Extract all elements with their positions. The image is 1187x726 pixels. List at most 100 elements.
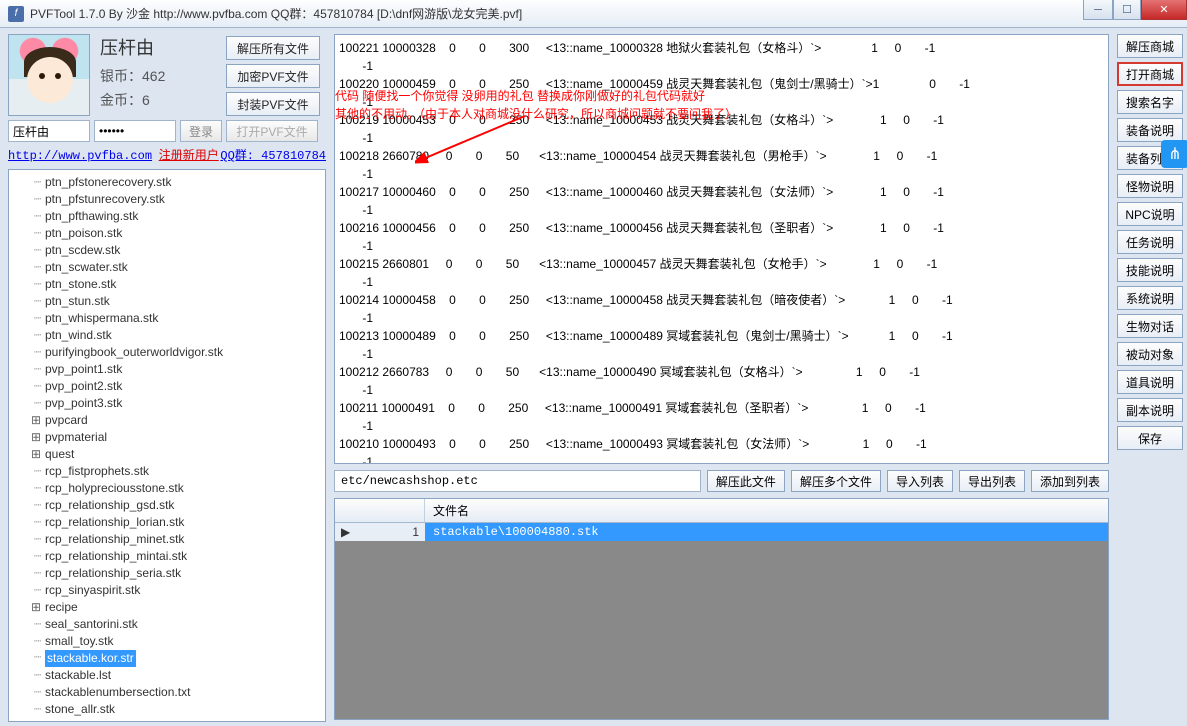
item-desc-button[interactable]: 道具说明 [1117, 370, 1183, 394]
data-row-cont: -1 [339, 57, 1104, 75]
tree-item[interactable]: rcp_relationship_minet.stk [9, 531, 325, 548]
tree-item[interactable]: ptn_pfstunrecovery.stk [9, 191, 325, 208]
data-row[interactable]: 100213 10000489 0 0 250 <13::name_100004… [339, 327, 1104, 345]
site-link[interactable]: http://www.pvfba.com [8, 149, 152, 163]
file-tree[interactable]: ptn_pfstonerecovery.stkptn_pfstunrecover… [8, 169, 326, 722]
tree-item[interactable]: ptn_whispermana.stk [9, 310, 325, 327]
row-filename: stackable\100004880.stk [425, 523, 1108, 541]
data-row[interactable]: 100211 10000491 0 0 250 <13::name_100004… [339, 399, 1104, 417]
data-row[interactable]: 100216 10000456 0 0 250 <13::name_100004… [339, 219, 1104, 237]
unpack-all-button[interactable]: 解压所有文件 [226, 36, 320, 60]
data-row-cont: -1 [339, 165, 1104, 183]
passive-obj-button[interactable]: 被动对象 [1117, 342, 1183, 366]
text-editor[interactable]: 代码 随便找一个你觉得 没卵用的礼包 替换成你刚做好的礼包代码就好 其他的不用动… [334, 34, 1109, 464]
tree-item[interactable]: recipe [9, 599, 325, 616]
minimize-button[interactable]: ─ [1083, 0, 1113, 20]
tree-item[interactable]: ptn_pfstonerecovery.stk [9, 174, 325, 191]
tree-item[interactable]: rcp_fistprophets.stk [9, 463, 325, 480]
share-icon[interactable]: ⋔ [1161, 140, 1187, 168]
npc-desc-button[interactable]: NPC说明 [1117, 202, 1183, 226]
bio-dialog-button[interactable]: 生物对话 [1117, 314, 1183, 338]
open-pvf-button[interactable]: 打开PVF文件 [226, 120, 318, 142]
dungeon-desc-button[interactable]: 副本说明 [1117, 398, 1183, 422]
tree-item[interactable]: rcp_relationship_lorian.stk [9, 514, 325, 531]
file-list[interactable]: 文件名 ▶ 1 stackable\100004880.stk [334, 498, 1109, 720]
system-desc-button[interactable]: 系统说明 [1117, 286, 1183, 310]
path-field[interactable] [334, 470, 701, 492]
monster-desc-button[interactable]: 怪物说明 [1117, 174, 1183, 198]
tree-item[interactable]: ptn_scdew.stk [9, 242, 325, 259]
qq-link[interactable]: QQ群: 457810784 [220, 146, 326, 163]
data-row-cont: -1 [339, 201, 1104, 219]
unpack-mall-button[interactable]: 解压商城 [1117, 34, 1183, 58]
tree-item[interactable]: pvp_point1.stk [9, 361, 325, 378]
tree-item[interactable]: pvpmaterial [9, 429, 325, 446]
unpack-this-button[interactable]: 解压此文件 [707, 470, 785, 492]
data-row[interactable]: 100218 2660780 0 0 50 <13::name_10000454… [339, 147, 1104, 165]
row-marker-icon: ▶ [341, 525, 350, 539]
tree-item[interactable]: rcp_holypreciousstone.stk [9, 480, 325, 497]
tree-item[interactable]: pvp_point3.stk [9, 395, 325, 412]
data-row[interactable]: 100212 2660783 0 0 50 <13::name_10000490… [339, 363, 1104, 381]
username-input[interactable] [8, 120, 90, 142]
tree-item[interactable]: rcp_relationship_mintai.stk [9, 548, 325, 565]
tree-item[interactable]: seal_santorini.stk [9, 616, 325, 633]
tree-item[interactable]: quest [9, 446, 325, 463]
data-row[interactable]: 100210 10000493 0 0 250 <13::name_100004… [339, 435, 1104, 453]
tree-item[interactable]: ptn_pfthawing.stk [9, 208, 325, 225]
tree-item[interactable]: ptn_wind.stk [9, 327, 325, 344]
task-desc-button[interactable]: 任务说明 [1117, 230, 1183, 254]
register-link[interactable]: 注册新用户 [159, 149, 219, 163]
export-list-button[interactable]: 导出列表 [959, 470, 1025, 492]
row-index: 1 [412, 525, 419, 539]
tree-item[interactable]: ptn_stone.stk [9, 276, 325, 293]
tree-item[interactable]: rcp_relationship_gsd.stk [9, 497, 325, 514]
tree-item[interactable]: ptn_scwater.stk [9, 259, 325, 276]
tree-item[interactable]: stackable.lst [9, 667, 325, 684]
close-button[interactable]: ✕ [1141, 0, 1187, 20]
encrypt-pvf-button[interactable]: 加密PVF文件 [226, 64, 320, 88]
col-index[interactable] [335, 499, 425, 522]
silver-count: 银币：462 [100, 66, 165, 86]
data-row-cont: -1 [339, 345, 1104, 363]
data-row[interactable]: 100219 10000453 0 0 250 <13::name_100004… [339, 111, 1104, 129]
tree-item[interactable]: stone_helth.stk [9, 718, 325, 722]
col-filename[interactable]: 文件名 [425, 499, 1108, 522]
equip-desc-button[interactable]: 装备说明 [1117, 118, 1183, 142]
tree-item[interactable]: stackablenumbersection.txt [9, 684, 325, 701]
open-mall-button[interactable]: 打开商城 [1117, 62, 1183, 86]
skill-desc-button[interactable]: 技能说明 [1117, 258, 1183, 282]
app-icon: f [8, 6, 24, 22]
save-button[interactable]: 保存 [1117, 426, 1183, 450]
tree-item[interactable]: stone_allr.stk [9, 701, 325, 718]
import-list-button[interactable]: 导入列表 [887, 470, 953, 492]
tree-item[interactable]: ptn_poison.stk [9, 225, 325, 242]
data-row[interactable]: 100221 10000328 0 0 300 <13::name_100003… [339, 39, 1104, 57]
data-row-cont: -1 [339, 417, 1104, 435]
tree-item[interactable]: small_toy.stk [9, 633, 325, 650]
search-name-button[interactable]: 搜索名字 [1117, 90, 1183, 114]
gold-count: 金币：6 [100, 90, 165, 110]
tree-item[interactable]: rcp_sinyaspirit.stk [9, 582, 325, 599]
data-row[interactable]: 100215 2660801 0 0 50 <13::name_10000457… [339, 255, 1104, 273]
login-button[interactable]: 登录 [180, 120, 222, 142]
maximize-button[interactable]: ☐ [1113, 0, 1141, 20]
tree-item[interactable]: pvp_point2.stk [9, 378, 325, 395]
data-row-cont: -1 [339, 381, 1104, 399]
tree-item[interactable]: purifyingbook_outerworldvigor.stk [9, 344, 325, 361]
data-row-cont: -1 [339, 309, 1104, 327]
data-row[interactable]: 100214 10000458 0 0 250 <13::name_100004… [339, 291, 1104, 309]
tree-item[interactable]: pvpcard [9, 412, 325, 429]
unpack-multi-button[interactable]: 解压多个文件 [791, 470, 881, 492]
data-row[interactable]: 100217 10000460 0 0 250 <13::name_100004… [339, 183, 1104, 201]
data-row-cont: -1 [339, 273, 1104, 291]
add-to-list-button[interactable]: 添加到列表 [1031, 470, 1109, 492]
tree-item-selected[interactable]: stackable.kor.str [45, 650, 136, 667]
list-item[interactable]: ▶ 1 stackable\100004880.stk [335, 523, 1108, 541]
tree-item[interactable]: ptn_stun.stk [9, 293, 325, 310]
window-title: PVFTool 1.7.0 By 沙金 http://www.pvfba.com… [30, 5, 522, 22]
data-row[interactable]: 100220 10000459 0 0 250 <13::name_100004… [339, 75, 1104, 93]
seal-pvf-button[interactable]: 封装PVF文件 [226, 92, 320, 116]
tree-item[interactable]: rcp_relationship_seria.stk [9, 565, 325, 582]
password-input[interactable] [94, 120, 176, 142]
